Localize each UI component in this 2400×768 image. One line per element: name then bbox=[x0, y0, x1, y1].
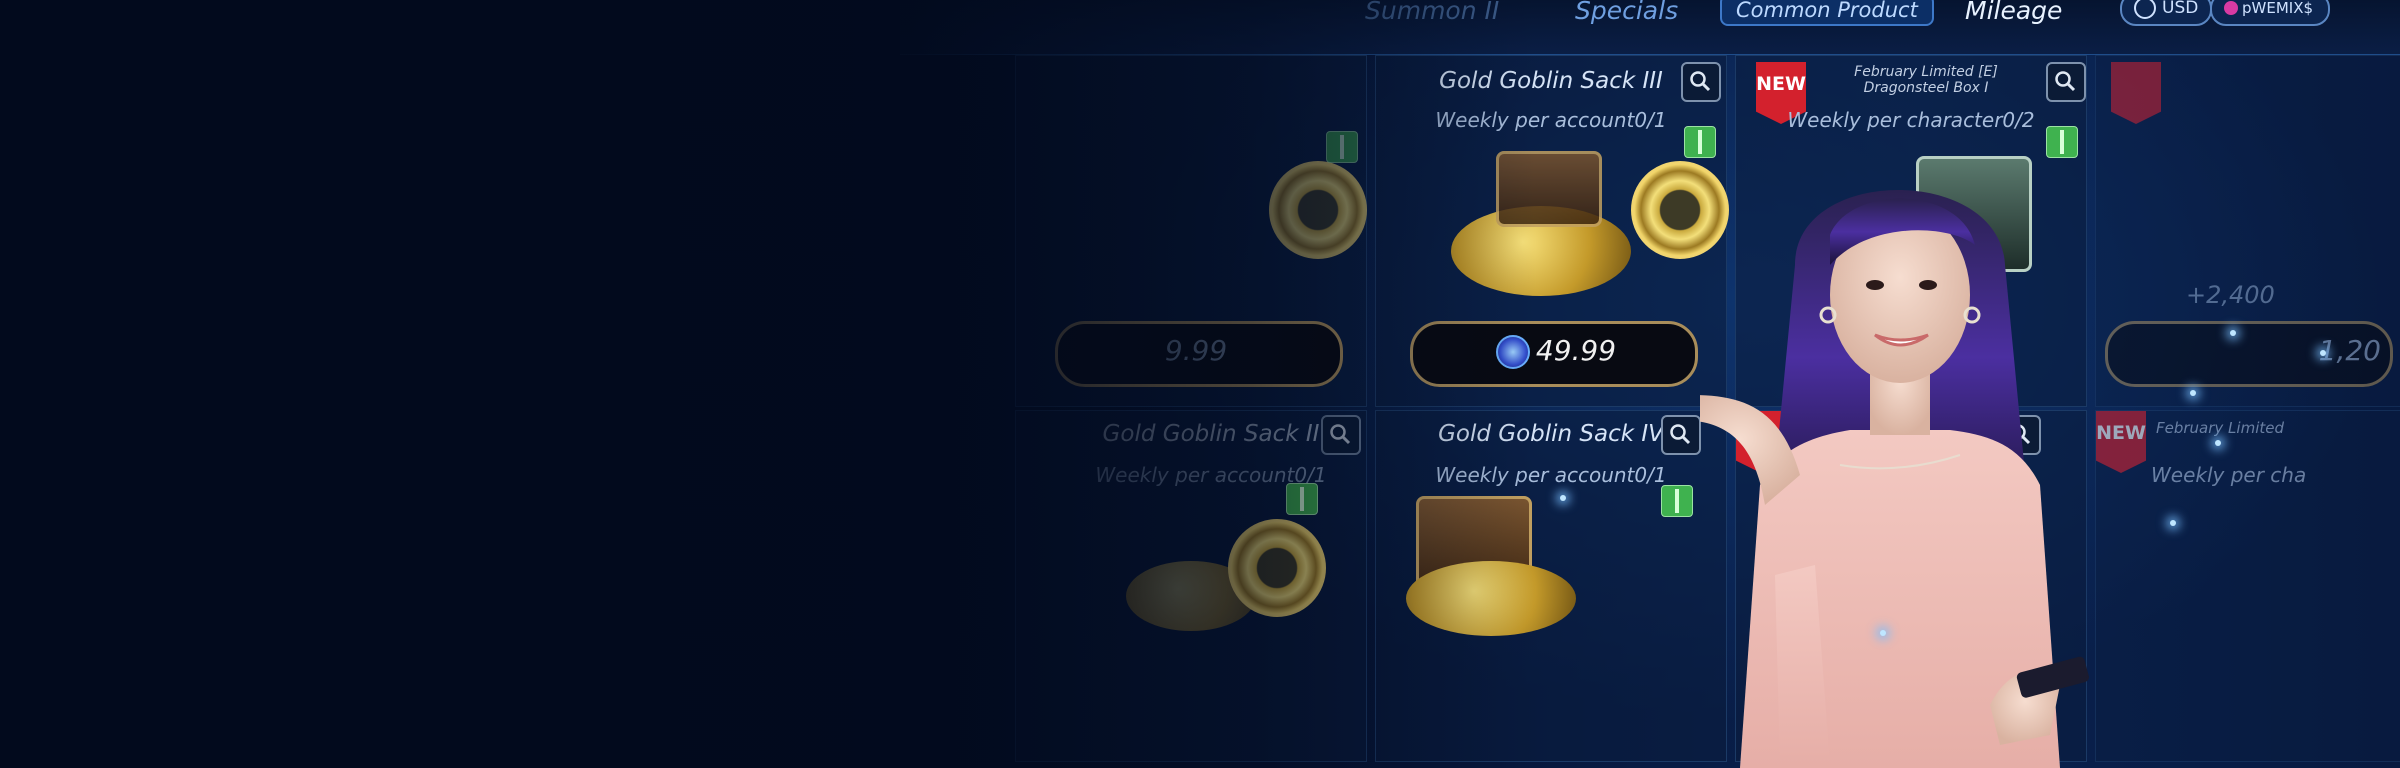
sparkle bbox=[2215, 440, 2221, 446]
tab-mileage[interactable]: Mileage bbox=[1965, 0, 2062, 25]
magnifier-icon bbox=[1330, 424, 1351, 445]
price-value: 9.99 bbox=[1164, 334, 1228, 367]
purchase-limit: Weekly per character0/2 bbox=[1787, 108, 2035, 132]
gold-coins-pile bbox=[1406, 561, 1576, 636]
currency-pill[interactable]: USD bbox=[2120, 0, 2213, 26]
coin-medal-icon bbox=[1269, 161, 1367, 259]
goblin-sack-icon bbox=[1496, 151, 1602, 227]
account-pill[interactable]: pWEMIX$ bbox=[2210, 0, 2330, 26]
bonus-amount: +2,400 bbox=[2186, 281, 2275, 309]
purchase-limit: Weekly per account0/1 bbox=[1435, 108, 1667, 132]
product-card-faded[interactable]: 9.99 bbox=[1015, 55, 1367, 407]
new-badge-faded bbox=[2111, 62, 2161, 124]
sparkle bbox=[2170, 520, 2176, 526]
product-card-gold-goblin-sack-iii[interactable]: Gold Goblin Sack III Weekly per account0… bbox=[1375, 55, 1729, 407]
sparkle bbox=[2190, 390, 2196, 396]
sparkle bbox=[1880, 630, 1886, 636]
magnifier-icon bbox=[1690, 71, 1711, 92]
zoom-button[interactable] bbox=[1321, 415, 1361, 455]
product-card-gold-goblin-sack-iv[interactable]: Gold Goblin Sack IV Weekly per account0/… bbox=[1375, 410, 1727, 762]
purchase-limit: Weekly per account0/1 bbox=[1435, 463, 1667, 487]
magnifier-icon bbox=[2055, 71, 2076, 92]
tab-specials[interactable]: Specials bbox=[1575, 0, 1678, 25]
zoom-button[interactable] bbox=[2046, 62, 2086, 102]
promo-banner: Summon II Specials Common Product Mileag… bbox=[0, 0, 2400, 768]
price-button[interactable]: 49.99 bbox=[1396, 321, 1706, 387]
gift-icon[interactable] bbox=[1661, 485, 1693, 517]
shop-top-nav: Summon II Specials Common Product Mileag… bbox=[900, 0, 2400, 55]
product-name: Gold Goblin Sack III bbox=[1439, 68, 1663, 94]
gift-icon[interactable] bbox=[1286, 483, 1318, 515]
wemix-coin-icon bbox=[2224, 1, 2238, 15]
price-button[interactable]: 9.99 bbox=[1041, 321, 1351, 387]
product-name: Gold Goblin Sack II bbox=[1102, 421, 1320, 447]
sparkle bbox=[1560, 495, 1566, 501]
product-card-gold-goblin-sack-ii[interactable]: Gold Goblin Sack II Weekly per account0/… bbox=[1015, 410, 1367, 762]
product-name: February Limited [E] Dragonsteel Box I bbox=[1854, 64, 1998, 96]
tab-common-product[interactable]: Common Product bbox=[1720, 0, 1934, 26]
account-label: pWEMIX$ bbox=[2242, 0, 2314, 17]
magnifier-icon bbox=[1670, 424, 1691, 445]
currency-label: USD bbox=[2162, 0, 2199, 18]
sparkle bbox=[2230, 330, 2236, 336]
zoom-button[interactable] bbox=[1661, 415, 1701, 455]
tab-summon-ii[interactable]: Summon II bbox=[1365, 0, 1499, 25]
zoom-button[interactable] bbox=[1681, 62, 1721, 102]
gift-icon[interactable] bbox=[1326, 131, 1358, 163]
price-value: 49.99 bbox=[1535, 334, 1617, 367]
coin-medal-icon bbox=[1228, 519, 1326, 617]
sparkle bbox=[2320, 350, 2326, 356]
dollar-coin-icon bbox=[2134, 0, 2156, 19]
presenter-photo bbox=[1700, 190, 2089, 768]
